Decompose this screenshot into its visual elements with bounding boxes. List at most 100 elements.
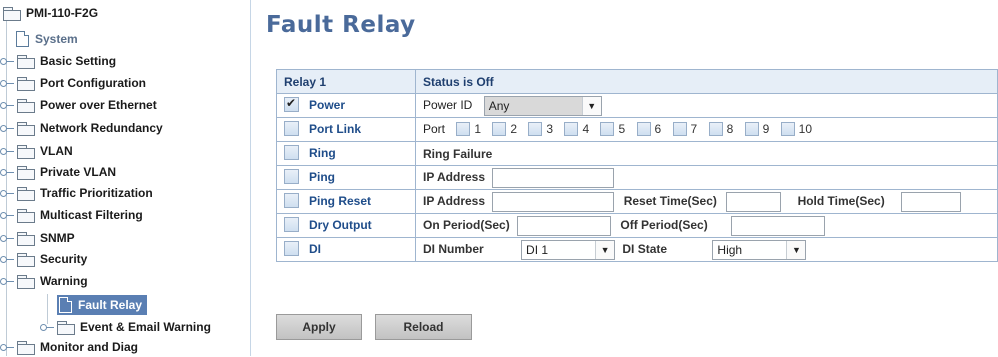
table-row-port-link: Port Link Port 1 2 3 4 5 6 7 8 9 10	[276, 117, 998, 142]
ring-failure-text: Ring Failure	[423, 146, 493, 161]
expand-key-icon	[0, 210, 14, 220]
sidebar-item-label: Power over Ethernet	[40, 98, 157, 112]
ping-settings-cell: IP Address	[415, 165, 998, 190]
port-9-label: 9	[762, 122, 770, 137]
di-checkbox[interactable]	[284, 241, 299, 257]
sidebar-item-vlan[interactable]: VLAN	[0, 141, 73, 161]
ping-reset-settings-cell: IP Address Reset Time(Sec) Hold Time(Sec…	[415, 189, 998, 214]
port-5-checkbox[interactable]	[600, 121, 615, 136]
sidebar-item-system[interactable]: System	[16, 29, 78, 49]
expand-key-icon	[0, 233, 14, 243]
dry-output-label: Dry Output	[309, 217, 372, 232]
di-state-label: DI State	[622, 241, 668, 256]
port-2-label: 2	[510, 122, 518, 137]
sidebar-item-network-redundancy[interactable]: Network Redundancy	[0, 118, 163, 138]
power-cell: Power	[276, 93, 416, 118]
sidebar-item-warning[interactable]: Warning	[0, 271, 88, 291]
folder-icon	[17, 274, 35, 289]
port-4-checkbox[interactable]	[564, 121, 579, 136]
folder-icon	[17, 165, 35, 180]
ping-reset-checkbox[interactable]	[284, 193, 299, 209]
reset-time-label: Reset Time(Sec)	[623, 193, 717, 208]
folder-icon	[57, 320, 75, 335]
port-9-checkbox[interactable]	[744, 121, 759, 136]
ping-reset-ip-input[interactable]	[492, 191, 615, 212]
power-settings-cell: Power ID Any ▼	[415, 93, 998, 118]
sidebar-item-snmp[interactable]: SNMP	[0, 228, 75, 248]
sidebar-item-power-over-ethernet[interactable]: Power over Ethernet	[0, 95, 157, 115]
sidebar-item-label: Warning	[40, 274, 88, 288]
port-10-checkbox[interactable]	[780, 121, 795, 136]
port-3-checkbox[interactable]	[528, 121, 543, 136]
fault-relay-table: Relay 1 Status is Off Power Power ID Any…	[276, 69, 998, 262]
port-7-label: 7	[690, 122, 698, 137]
hold-time-input[interactable]	[901, 191, 962, 212]
ping-ip-input[interactable]	[492, 167, 615, 188]
table-row-ring: Ring Ring Failure	[276, 141, 998, 166]
sidebar-item-label: Basic Setting	[40, 54, 117, 68]
sidebar-item-label: Traffic Prioritization	[40, 186, 153, 200]
table-row-ping-reset: Ping Reset IP Address Reset Time(Sec) Ho…	[276, 189, 998, 214]
sidebar-item-monitor-and-diag[interactable]: Monitor and Diag	[0, 337, 138, 357]
port-1-label: 1	[474, 122, 482, 137]
sidebar-item-label: SNMP	[40, 231, 75, 245]
reload-button[interactable]: Reload	[375, 314, 472, 340]
table-row-power: Power Power ID Any ▼	[276, 93, 998, 118]
selected-item-highlight: Fault Relay	[57, 295, 148, 315]
on-period-input[interactable]	[517, 215, 612, 236]
folder-icon	[17, 208, 35, 223]
di-state-select[interactable]: High ▼	[712, 239, 807, 260]
di-number-select[interactable]: DI 1 ▼	[521, 239, 616, 260]
power-checkbox[interactable]	[284, 96, 299, 113]
chevron-down-icon: ▼	[581, 96, 601, 115]
folder-icon	[17, 186, 35, 201]
sidebar-item-label: Security	[40, 252, 88, 266]
apply-button[interactable]: Apply	[276, 314, 362, 340]
ping-reset-ip-label: IP Address	[423, 193, 486, 208]
sidebar-item-multicast-filtering[interactable]: Multicast Filtering	[0, 205, 143, 225]
expand-key-icon	[0, 342, 14, 352]
port-8-checkbox[interactable]	[708, 121, 723, 136]
power-id-select[interactable]: Any ▼	[483, 95, 602, 116]
ping-ip-label: IP Address	[423, 169, 486, 184]
ping-label: Ping	[309, 169, 335, 184]
sidebar-item-private-vlan[interactable]: Private VLAN	[0, 162, 116, 182]
document-icon	[16, 31, 29, 47]
port-link-label: Port Link	[309, 121, 362, 136]
ping-reset-cell: Ping Reset	[276, 189, 416, 214]
relay-name: Relay 1	[276, 69, 416, 94]
sidebar-item-event-email-warning[interactable]: Event & Email Warning	[40, 317, 211, 337]
sidebar-item-label: Port Configuration	[40, 76, 146, 90]
sidebar-item-security[interactable]: Security	[0, 249, 87, 269]
port-6-checkbox[interactable]	[636, 121, 651, 136]
sidebar-item-port-configuration[interactable]: Port Configuration	[0, 73, 146, 93]
expand-key-icon	[0, 123, 14, 133]
port-2-checkbox[interactable]	[492, 121, 507, 136]
reset-time-input[interactable]	[726, 191, 782, 212]
folder-icon	[17, 54, 35, 69]
expand-key-icon	[0, 254, 14, 264]
ring-settings-cell: Ring Failure	[415, 141, 998, 166]
folder-icon	[3, 6, 21, 21]
dry-output-checkbox[interactable]	[284, 217, 299, 233]
port-1-checkbox[interactable]	[456, 121, 471, 136]
folder-icon	[17, 252, 35, 267]
sidebar-item-basic-setting[interactable]: Basic Setting	[0, 51, 116, 71]
sidebar-item-traffic-prioritization[interactable]: Traffic Prioritization	[0, 183, 153, 203]
port-7-checkbox[interactable]	[672, 121, 687, 136]
port-10-label: 10	[798, 122, 812, 137]
ping-checkbox[interactable]	[284, 169, 299, 185]
off-period-input[interactable]	[731, 215, 826, 236]
ring-checkbox[interactable]	[284, 145, 299, 161]
folder-icon	[17, 231, 35, 246]
off-period-label: Off Period(Sec)	[620, 217, 708, 232]
sidebar-item-label: Private VLAN	[40, 165, 117, 179]
sidebar-item-label: VLAN	[40, 144, 73, 158]
folder-icon	[17, 121, 35, 136]
document-icon	[59, 297, 72, 313]
port-6-label: 6	[654, 122, 662, 137]
port-link-checkbox[interactable]	[284, 121, 299, 137]
sidebar-root[interactable]: PMI-110-F2G	[3, 3, 98, 23]
sidebar-tree: PMI-110-F2G System Basic Setting Port Co…	[0, 0, 251, 356]
sidebar-item-fault-relay[interactable]: Fault Relay	[57, 294, 148, 316]
